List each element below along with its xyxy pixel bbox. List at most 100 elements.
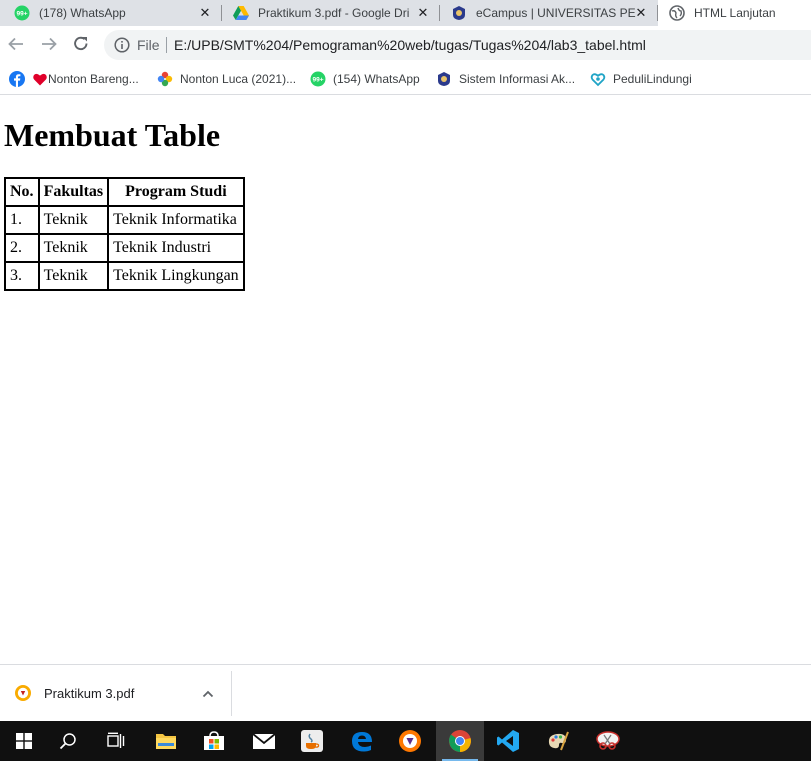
bookmarks-bar: Nonton Bareng... Nonton Luca (2021)... 9…: [0, 64, 811, 95]
facebook-icon: [9, 71, 25, 87]
forward-button[interactable]: [37, 32, 61, 56]
university-logo-icon: [436, 71, 452, 87]
back-button[interactable]: [4, 32, 28, 56]
scheme-label: File: [137, 37, 160, 53]
table-cell: Teknik Lingkungan: [108, 262, 244, 290]
tab-title: Praktikum 3.pdf - Google Dri: [258, 6, 410, 20]
vscode-icon: [497, 730, 519, 752]
pinwheel-icon: [157, 71, 173, 87]
table-cell: 2.: [5, 234, 39, 262]
tab-title: eCampus | UNIVERSITAS PELI: [476, 6, 636, 20]
tab-strip: 99+ (178) WhatsApp ✕ Praktikum 3.pdf - G…: [0, 0, 811, 26]
store-bag-icon: [204, 731, 224, 750]
task-view-icon: [107, 732, 125, 748]
table-cell: Teknik: [38, 234, 109, 262]
folder-icon: [156, 734, 176, 749]
download-separator: [231, 671, 232, 716]
data-table: No. Fakultas Program Studi 1. Teknik Tek…: [4, 177, 245, 291]
svg-text:99+: 99+: [312, 77, 323, 84]
close-tab-icon[interactable]: ✕: [197, 5, 213, 21]
paint-button[interactable]: [534, 721, 582, 761]
bookmark-label: Nonton Bareng...: [48, 72, 139, 86]
snipping-tool-icon: [596, 731, 620, 750]
download-bar: Praktikum 3.pdf: [0, 664, 811, 722]
edge-button[interactable]: [338, 721, 386, 761]
bookmark-label: PeduliLindungi: [613, 72, 692, 86]
reload-button[interactable]: [69, 32, 93, 56]
web-page-content: Membuat Table No. Fakultas Program Studi…: [0, 95, 811, 664]
page-heading: Membuat Table: [4, 117, 221, 153]
close-tab-icon[interactable]: ✕: [633, 5, 649, 21]
table-header-cell: No.: [5, 178, 39, 206]
back-arrow-icon: [8, 37, 23, 51]
task-view-button[interactable]: [92, 721, 140, 761]
table-header-cell: Program Studi: [108, 178, 244, 206]
start-button[interactable]: [0, 721, 48, 761]
table-cell: Teknik: [38, 206, 109, 234]
whatsapp-icon: 99+: [14, 5, 30, 21]
table-header-cell: Fakultas: [38, 178, 109, 206]
bookmark-whatsapp[interactable]: 99+ (154) WhatsApp: [310, 69, 420, 89]
file-explorer-button[interactable]: [142, 721, 190, 761]
table-row: 1. Teknik Teknik Informatika: [5, 206, 244, 234]
reload-icon: [74, 36, 88, 51]
bookmark-label: Nonton Luca (2021)...: [180, 72, 297, 86]
svg-text:99+: 99+: [16, 11, 27, 18]
tab-google-drive[interactable]: Praktikum 3.pdf - Google Dri ✕: [222, 0, 439, 26]
avast-secure-browser-icon: [399, 730, 421, 752]
chrome-icon: [449, 730, 471, 752]
download-file-name: Praktikum 3.pdf: [44, 686, 135, 701]
avast-button[interactable]: [386, 721, 434, 761]
java-coffee-icon: [301, 730, 323, 752]
table-header-row: No. Fakultas Program Studi: [5, 178, 244, 206]
table-cell: Teknik: [38, 262, 109, 290]
windows-taskbar: [0, 721, 811, 761]
table-cell: Teknik Informatika: [108, 206, 244, 234]
store-button[interactable]: [190, 721, 238, 761]
tab-title: HTML Lanjutan: [694, 6, 776, 20]
mail-icon: [252, 733, 276, 749]
forward-arrow-icon: [42, 37, 57, 51]
search-icon: [59, 733, 76, 750]
google-drive-icon: [233, 5, 249, 21]
table-cell: 3.: [5, 262, 39, 290]
url-text[interactable]: E:/UPB/SMT%204/Pemograman%20web/tugas/Tu…: [174, 37, 646, 53]
whatsapp-icon: 99+: [310, 71, 326, 87]
pedulilindungi-icon: [590, 71, 606, 87]
bookmark-facebook[interactable]: [9, 69, 28, 89]
search-button[interactable]: [44, 721, 92, 761]
vscode-button[interactable]: [484, 721, 532, 761]
tab-ecampus[interactable]: eCampus | UNIVERSITAS PELI ✕: [440, 0, 657, 26]
table-cell: 1.: [5, 206, 39, 234]
tab-html-lanjutan[interactable]: HTML Lanjutan: [658, 0, 811, 26]
address-divider: [166, 37, 167, 53]
address-bar[interactable]: File E:/UPB/SMT%204/Pemograman%20web/tug…: [104, 30, 811, 60]
bookmark-nonton-luca[interactable]: Nonton Luca (2021)...: [157, 69, 296, 89]
snipping-tool-button[interactable]: [584, 721, 632, 761]
paint-palette-icon: [548, 731, 569, 751]
tab-whatsapp[interactable]: 99+ (178) WhatsApp ✕: [0, 0, 221, 26]
edge-browser-icon: [352, 732, 372, 752]
heart-icon: [33, 71, 47, 87]
chevron-up-icon[interactable]: [200, 686, 216, 702]
browser-toolbar: File E:/UPB/SMT%204/Pemograman%20web/tug…: [0, 26, 811, 64]
java-button[interactable]: [288, 721, 336, 761]
windows-logo-icon: [16, 733, 32, 749]
bookmark-sistem-informasi[interactable]: Sistem Informasi Ak...: [436, 69, 575, 89]
globe-icon: [669, 5, 685, 21]
pdf-file-icon: [14, 684, 32, 702]
table-row: 2. Teknik Teknik Industri: [5, 234, 244, 262]
bookmark-nonton-bareng[interactable]: Nonton Bareng...: [33, 69, 139, 89]
tab-title: (178) WhatsApp: [39, 6, 126, 20]
chrome-button[interactable]: [436, 721, 484, 761]
info-icon[interactable]: [114, 37, 130, 53]
close-tab-icon[interactable]: ✕: [415, 5, 431, 21]
table-cell: Teknik Industri: [108, 234, 244, 262]
mail-button[interactable]: [240, 721, 288, 761]
bookmark-label: (154) WhatsApp: [333, 72, 420, 86]
table-row: 3. Teknik Teknik Lingkungan: [5, 262, 244, 290]
bookmark-pedulilindungi[interactable]: PeduliLindungi: [590, 69, 692, 89]
university-logo-icon: [451, 5, 467, 21]
bookmark-label: Sistem Informasi Ak...: [459, 72, 576, 86]
download-item[interactable]: Praktikum 3.pdf: [0, 665, 230, 722]
